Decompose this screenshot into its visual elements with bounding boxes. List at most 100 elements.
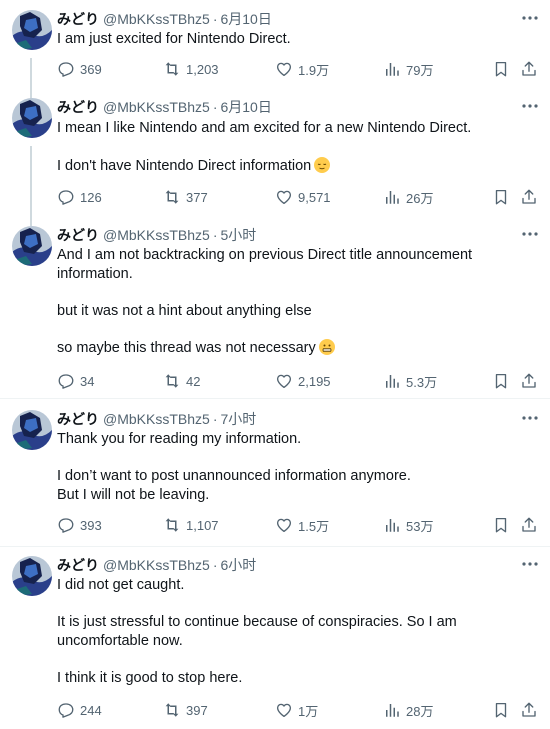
retweet-count: 1,203 — [186, 61, 219, 77]
share-icon — [522, 373, 536, 388]
views-count: 28万 — [406, 703, 434, 719]
action-bar: 126 377 9,571 26万 — [57, 187, 537, 207]
author-name[interactable]: みどり — [57, 9, 99, 29]
author-name[interactable]: みどり — [57, 225, 99, 245]
views-button[interactable]: 5.3万 — [383, 371, 437, 391]
author-handle[interactable]: @MbKKssTBhz5 — [103, 557, 210, 573]
timestamp[interactable]: 7小时 — [220, 409, 256, 429]
author-handle[interactable]: @MbKKssTBhz5 — [103, 227, 210, 243]
share-button[interactable] — [520, 371, 538, 391]
avatar[interactable] — [12, 410, 52, 450]
views-icon — [386, 375, 399, 388]
like-count: 1.5万 — [298, 518, 330, 534]
tweet-paragraph: I did not get caught. — [57, 577, 185, 593]
share-button[interactable] — [520, 187, 538, 207]
timestamp[interactable]: 6月10日 — [220, 9, 271, 29]
more-icon[interactable] — [520, 8, 540, 28]
author-name[interactable]: みどり — [57, 409, 99, 429]
tweet-paragraph: I am just excited for Nintendo Direct. — [57, 31, 291, 47]
author-handle[interactable]: @MbKKssTBhz5 — [103, 11, 210, 27]
avatar[interactable] — [12, 226, 52, 266]
like-button[interactable]: 1万 — [275, 700, 318, 720]
reply-count: 369 — [80, 61, 102, 77]
share-button[interactable] — [520, 700, 538, 720]
tweet-text: I mean I like Nintendo and am excited fo… — [57, 119, 497, 176]
reply-button[interactable]: 369 — [57, 59, 102, 79]
like-button[interactable]: 1.9万 — [275, 59, 329, 79]
share-button[interactable] — [520, 515, 538, 535]
retweet-icon — [165, 190, 179, 204]
action-bar: 34 42 2,195 5.3万 — [57, 371, 537, 391]
bookmark-button[interactable] — [492, 59, 510, 79]
avatar[interactable] — [12, 98, 52, 138]
like-icon — [276, 374, 292, 389]
tweet-paragraph: Thank you for reading my information. — [57, 431, 302, 447]
tweet-paragraph: so maybe this thread was not necessary — [57, 340, 316, 356]
timestamp[interactable]: 6月10日 — [220, 97, 271, 117]
grimacing-face-emoji — [318, 339, 335, 355]
author-handle[interactable]: @MbKKssTBhz5 — [103, 99, 210, 115]
bookmark-icon — [495, 702, 507, 718]
reply-icon — [58, 518, 74, 533]
retweet-button[interactable]: 1,107 — [163, 515, 219, 535]
retweet-count: 1,107 — [186, 517, 219, 533]
separator: · — [212, 11, 218, 27]
views-button[interactable]: 28万 — [383, 700, 433, 720]
avatar[interactable] — [12, 556, 52, 596]
relieved-face-emoji — [314, 157, 331, 173]
retweet-count: 397 — [186, 702, 208, 718]
author-name[interactable]: みどり — [57, 97, 99, 117]
reply-button[interactable]: 34 — [57, 371, 94, 391]
retweet-button[interactable]: 397 — [163, 700, 208, 720]
bookmark-button[interactable] — [492, 700, 510, 720]
separator: · — [212, 227, 218, 243]
bookmark-icon — [495, 61, 507, 77]
tweet-divider — [0, 398, 550, 399]
views-button[interactable]: 26万 — [383, 187, 433, 207]
tweet-text: I did not get caught. It is just stressf… — [57, 576, 497, 688]
bookmark-button[interactable] — [492, 515, 510, 535]
like-button[interactable]: 1.5万 — [275, 515, 329, 535]
bookmark-button[interactable] — [492, 371, 510, 391]
retweet-icon — [165, 374, 179, 388]
author-name[interactable]: みどり — [57, 555, 99, 575]
more-icon[interactable] — [520, 224, 540, 244]
views-count: 5.3万 — [406, 374, 438, 390]
more-icon[interactable] — [520, 554, 540, 574]
reply-button[interactable]: 244 — [57, 700, 102, 720]
views-icon — [386, 519, 399, 532]
like-count: 2,195 — [298, 373, 331, 389]
reply-icon — [58, 374, 74, 389]
timestamp[interactable]: 6小时 — [220, 555, 256, 575]
more-icon[interactable] — [520, 408, 540, 428]
separator: · — [212, 557, 218, 573]
tweet-header: みどり @MbKKssTBhz5 · 6小时 — [57, 555, 256, 575]
tweet-header: みどり @MbKKssTBhz5 · 6月10日 — [57, 97, 272, 117]
views-count: 26万 — [406, 190, 434, 206]
retweet-button[interactable]: 1,203 — [163, 59, 219, 79]
share-icon — [522, 61, 536, 76]
reply-button[interactable]: 393 — [57, 515, 102, 535]
avatar[interactable] — [12, 10, 52, 50]
like-button[interactable]: 9,571 — [275, 187, 331, 207]
like-icon — [276, 703, 292, 718]
retweet-icon — [165, 62, 179, 76]
like-count: 9,571 — [298, 189, 331, 205]
like-button[interactable]: 2,195 — [275, 371, 331, 391]
reply-button[interactable]: 126 — [57, 187, 102, 207]
bookmark-button[interactable] — [492, 187, 510, 207]
reply-icon — [58, 703, 74, 718]
reply-count: 393 — [80, 517, 102, 533]
views-button[interactable]: 53万 — [383, 515, 433, 535]
share-button[interactable] — [520, 59, 538, 79]
views-button[interactable]: 79万 — [383, 59, 433, 79]
retweet-button[interactable]: 377 — [163, 187, 208, 207]
tweet-paragraph: It is just stressful to continue because… — [57, 614, 461, 649]
more-icon[interactable] — [520, 96, 540, 116]
retweet-button[interactable]: 42 — [163, 371, 200, 391]
like-icon — [276, 62, 292, 77]
action-bar: 244 397 1万 28万 — [57, 700, 537, 720]
author-handle[interactable]: @MbKKssTBhz5 — [103, 411, 210, 427]
timestamp[interactable]: 5小时 — [220, 225, 256, 245]
tweet-text: And I am not backtracking on previous Di… — [57, 246, 497, 358]
